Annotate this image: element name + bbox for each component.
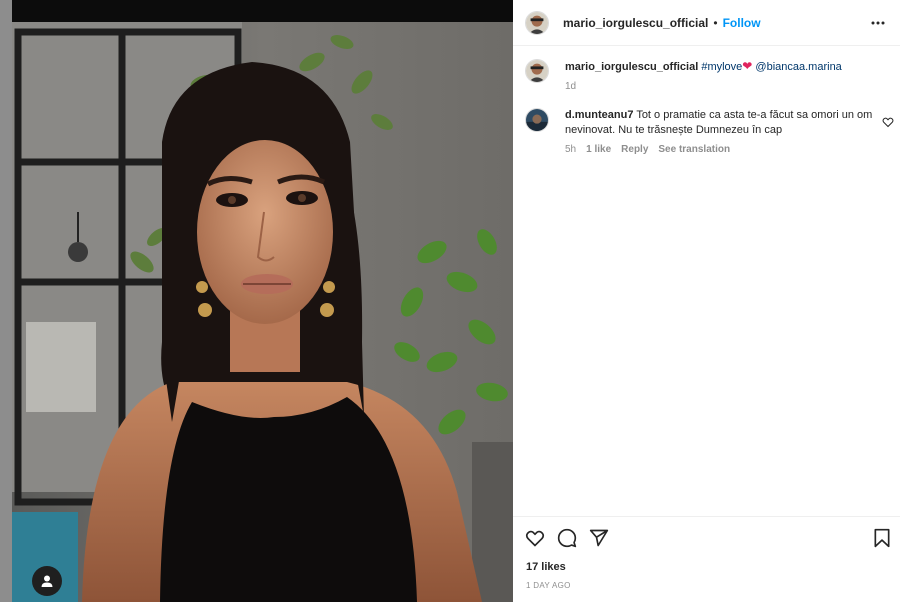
comment-body: d.munteanu7 Tot o pramatie ca asta te-a …: [565, 108, 875, 157]
post-timestamp[interactable]: 1 DAY AGO: [526, 581, 571, 590]
more-options-button[interactable]: [868, 13, 888, 33]
portrait-image: [12, 22, 513, 602]
comment-username[interactable]: d.munteanu7: [565, 109, 633, 121]
comment-likes[interactable]: 1 like: [586, 142, 611, 157]
comment-icon[interactable]: [557, 528, 577, 548]
caption-body: mario_iorgulescu_official #mylove❤ @bian…: [565, 59, 875, 94]
caption-hashtag[interactable]: #mylove: [701, 61, 742, 73]
commenter-avatar[interactable]: [525, 108, 549, 132]
comment-heart-icon[interactable]: [882, 116, 894, 128]
caption-username[interactable]: mario_iorgulescu_official: [565, 61, 698, 73]
caption-mention[interactable]: @biancaa.marina: [755, 61, 841, 73]
caption-meta: 1d: [565, 79, 875, 94]
post-actions: 17 likes 1 DAY AGO: [513, 516, 900, 602]
heart-icon[interactable]: [525, 528, 545, 548]
left-page-strip: [0, 0, 12, 602]
post-photo[interactable]: [12, 0, 513, 602]
share-icon[interactable]: [589, 528, 609, 548]
header-separator: •: [713, 15, 718, 30]
post-header: mario_iorgulescu_official • Follow: [513, 0, 900, 46]
user-icon: [41, 575, 53, 587]
comment-time[interactable]: 5h: [565, 142, 576, 157]
caption-author-avatar[interactable]: [525, 59, 549, 83]
comment-meta: 5h 1 like Reply See translation: [565, 142, 875, 157]
likes-count[interactable]: 17 likes: [526, 561, 566, 573]
tagged-users-button[interactable]: [32, 566, 62, 596]
caption-time[interactable]: 1d: [565, 79, 576, 94]
see-translation-button[interactable]: See translation: [658, 142, 730, 157]
follow-button[interactable]: Follow: [723, 16, 761, 30]
reply-button[interactable]: Reply: [621, 142, 648, 157]
photo-top-bar: [12, 0, 513, 22]
bookmark-icon[interactable]: [872, 528, 892, 548]
post-side-panel: mario_iorgulescu_official • Follow mario…: [513, 0, 900, 602]
heart-emoji: ❤: [742, 59, 753, 73]
caption-row: mario_iorgulescu_official #mylove❤ @bian…: [513, 59, 900, 94]
more-horizontal-icon: [871, 21, 885, 24]
action-icons: [525, 528, 609, 548]
author-avatar[interactable]: [525, 10, 549, 35]
author-username[interactable]: mario_iorgulescu_official: [563, 16, 708, 30]
comment-row: d.munteanu7 Tot o pramatie ca asta te-a …: [513, 108, 900, 157]
